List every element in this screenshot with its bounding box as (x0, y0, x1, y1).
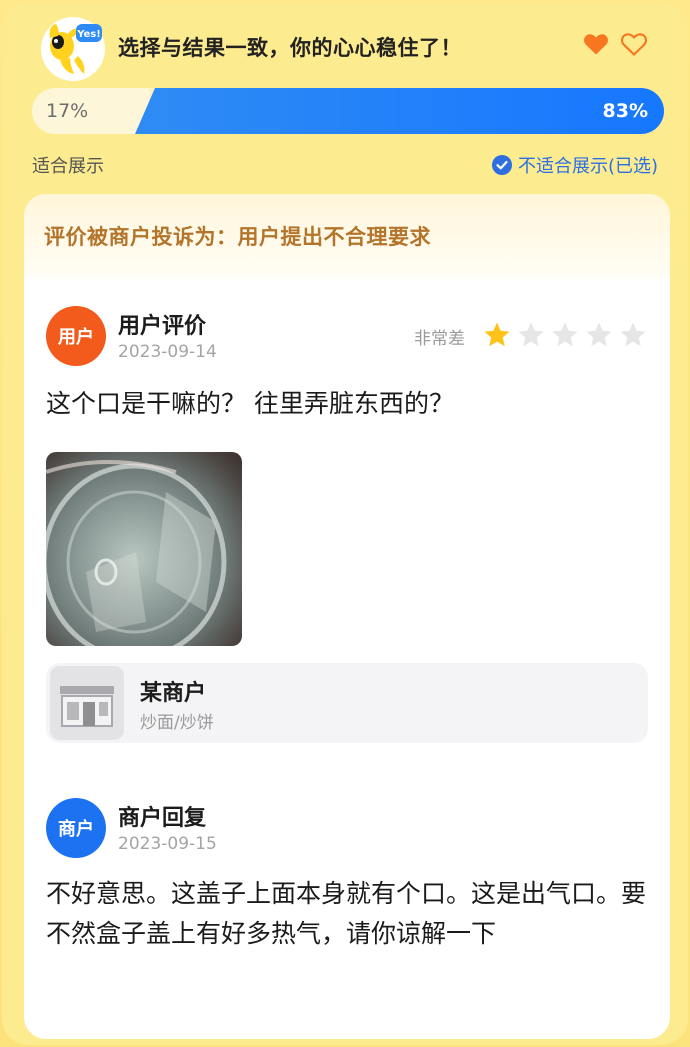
review-text: 这个口是干嘛的？ 往里弄脏东西的？ (46, 389, 454, 418)
rating-label: 非常差 (414, 329, 465, 349)
user-avatar: 用户 (46, 306, 106, 366)
vote-progress-bar: 17% 83% (32, 88, 664, 134)
check-circle-icon (491, 155, 512, 175)
result-title: 选择与结果一致，你的心心稳住了！ (118, 36, 462, 60)
mascot-logo-icon: Yes! (41, 17, 105, 81)
merchant-card[interactable]: 某商户 炒面/炒饼 (46, 663, 648, 743)
star-empty-icon (518, 322, 544, 347)
option-unsuitable-label: 不适合展示(已选) (517, 156, 658, 177)
photo-content (46, 460, 227, 646)
storefront-icon (50, 666, 124, 740)
review-date: 2023-09-14 (118, 342, 217, 362)
merchant-category: 炒面/炒饼 (140, 713, 214, 733)
merchant-avatar: 商户 (46, 798, 106, 858)
star-empty-icon (552, 322, 578, 347)
star-rating (482, 320, 648, 350)
complaint-text: 评价被商户投诉为：用户提出不合理要求 (44, 225, 431, 249)
vote-panel: Yes! 选择与结果一致，你的心心稳住了！ 17% 83% 适合展示 不适合展示… (2, 2, 688, 1045)
result-header: Yes! 选择与结果一致，你的心心稳住了！ (2, 2, 688, 87)
svg-text:Yes!: Yes! (76, 29, 101, 40)
unsuitable-percent: 83% (602, 100, 648, 122)
reply-date: 2023-09-15 (118, 834, 217, 854)
star-empty-icon (620, 322, 646, 347)
option-suitable[interactable]: 适合展示 (32, 152, 104, 178)
suitable-percent: 17% (46, 100, 89, 122)
merchant-name: 某商户 (140, 681, 207, 706)
review-author: 用户评价 (118, 314, 207, 339)
heart-outline-icon[interactable] (620, 30, 648, 58)
option-unsuitable-selected[interactable]: 不适合展示(已选) (491, 152, 658, 178)
heart-filled-icon[interactable] (582, 30, 610, 58)
complaint-banner: 评价被商户投诉为：用户提出不合理要求 (24, 194, 670, 278)
star-empty-icon (586, 322, 612, 347)
review-photo[interactable] (46, 452, 242, 646)
progress-unsuitable (135, 88, 664, 134)
reply-text: 不好意思。这盖子上面本身就有个口。这是出气口。要不然盒子盖上有好多热气，请你谅解… (46, 879, 647, 948)
reply-author: 商户回复 (118, 806, 207, 831)
star-filled-icon (484, 322, 510, 347)
review-card: 评价被商户投诉为：用户提出不合理要求 用户 用户评价 2023-09-14 非常… (24, 194, 670, 1039)
